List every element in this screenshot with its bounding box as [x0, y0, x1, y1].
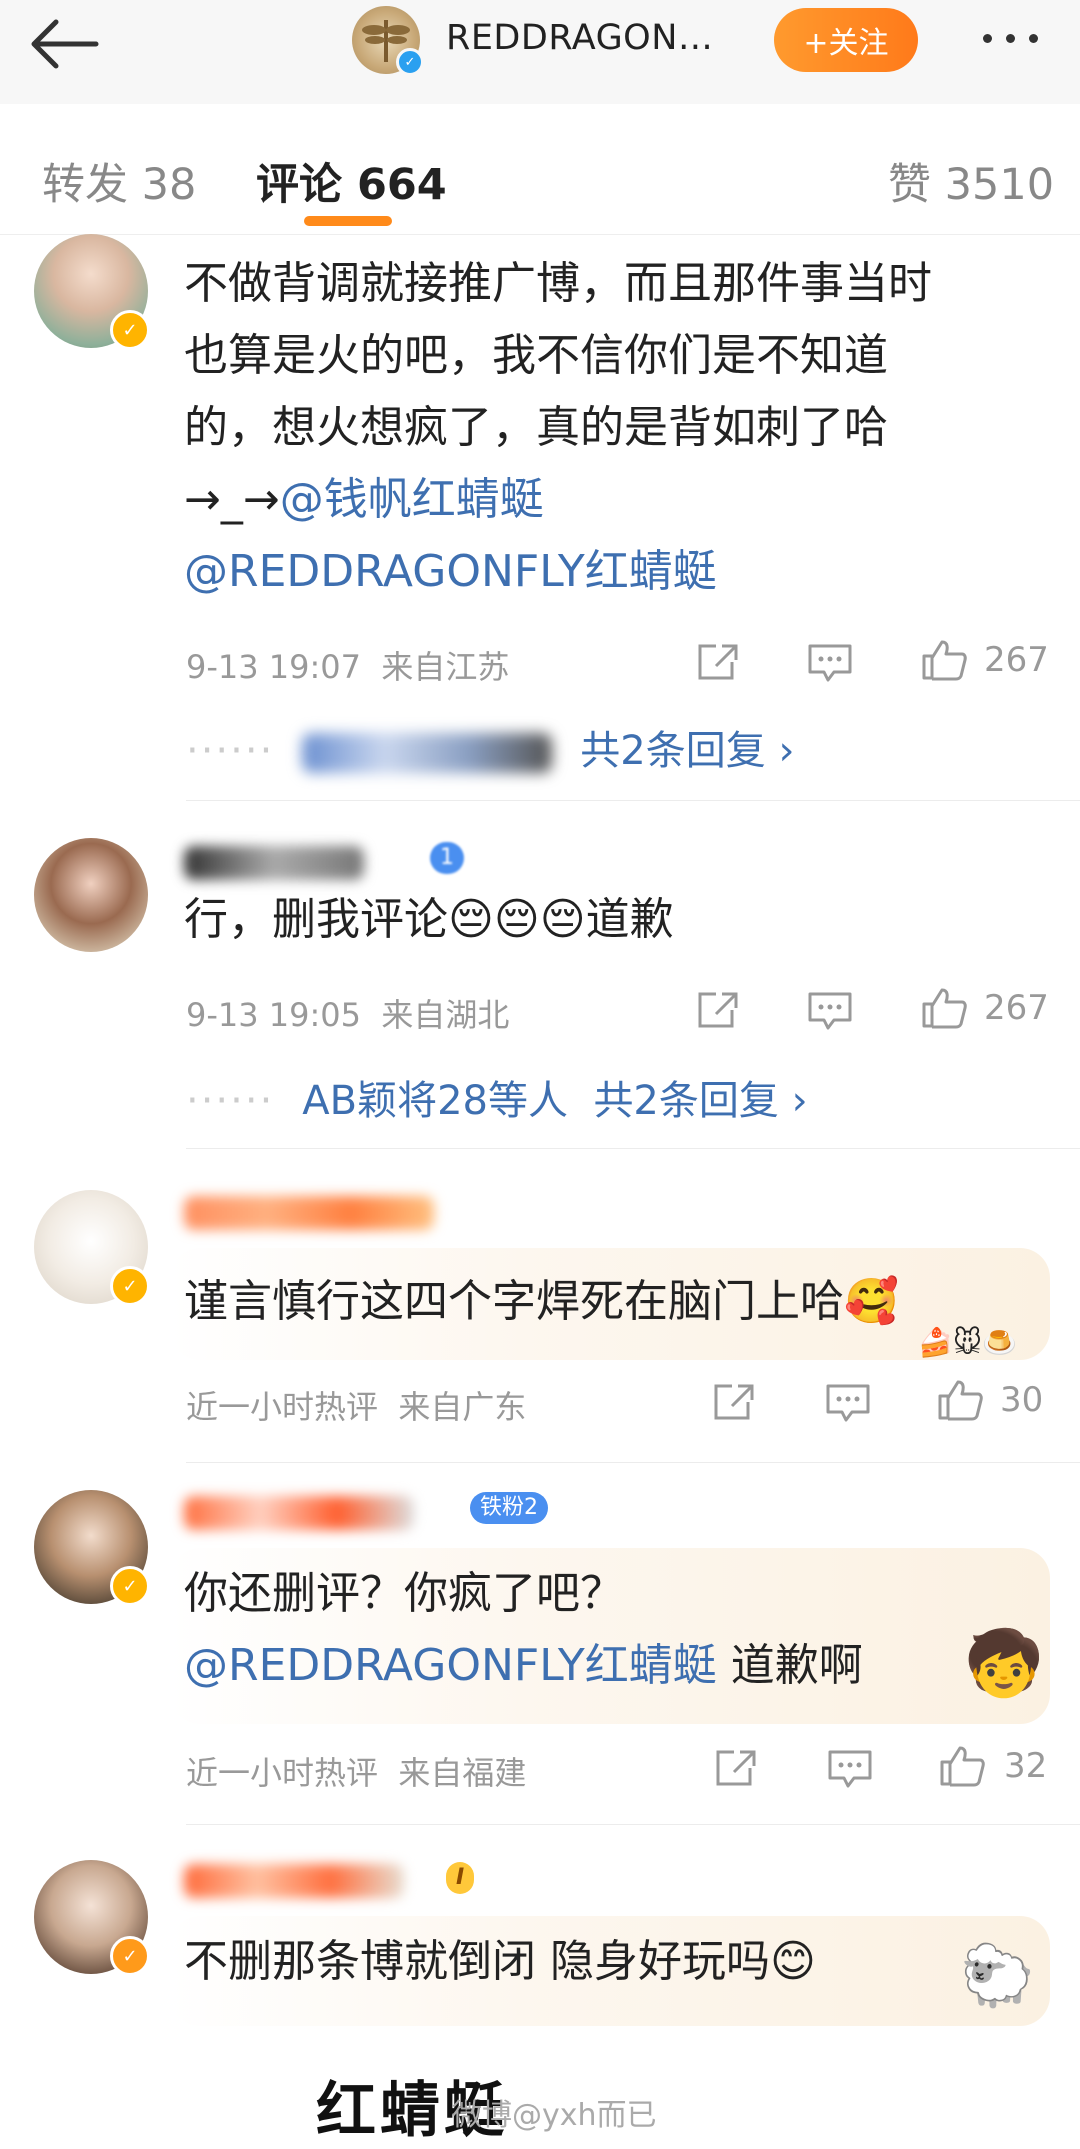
avatar[interactable]: ✓ [34, 1860, 150, 1976]
comment-time: 近一小时热评 [186, 1388, 379, 1426]
comment-time: 近一小时热评 [186, 1754, 379, 1792]
like-icon[interactable] [936, 1378, 984, 1422]
comment-text: 不做背调就接推广博，而且那件事当时也算是火的吧，我不信你们是不知道的，想火想疯了… [184, 258, 932, 597]
reply-summary[interactable]: ······ AB颖将28等人 共2条回复 › [186, 1068, 808, 1126]
fan-badge: 铁粉2 [470, 1492, 548, 1524]
avatar[interactable]: ✓ [34, 234, 150, 350]
mention-link[interactable]: @REDDRAGONFLY红蜻蜓 [184, 546, 717, 597]
comment-icon[interactable] [826, 1746, 874, 1790]
comment-icon[interactable] [806, 988, 854, 1032]
username-blurred[interactable] [184, 846, 364, 880]
comment-location: 来自广东 [398, 1388, 527, 1426]
share-icon[interactable] [710, 1380, 758, 1424]
like-count: 32 [1004, 1746, 1048, 1786]
share-icon[interactable] [694, 988, 742, 1032]
mention-link[interactable]: @REDDRAGONFLY红蜻蜓 [184, 1640, 717, 1691]
comment-meta: 9-13 19:07 来自江苏 [186, 642, 509, 688]
comment-location: 来自福建 [398, 1754, 527, 1792]
like-count: 30 [1000, 1380, 1044, 1420]
reply-names[interactable]: AB颖将28等人 [302, 1078, 568, 1124]
watermark: 微博@yxh而已 [452, 2098, 657, 2133]
verified-badge-icon: ✓ [110, 1936, 150, 1976]
tab-bar: 转发 38 评论 664 赞 3510 [0, 104, 1080, 235]
comment-icon[interactable] [806, 640, 854, 684]
more-options-icon[interactable] [976, 24, 1048, 54]
verified-badge-icon: ✓ [110, 310, 150, 350]
share-icon[interactable] [712, 1746, 760, 1790]
comment-time: 9-13 19:07 [186, 648, 362, 686]
comment-location: 来自湖北 [381, 996, 510, 1034]
comment-time: 9-13 19:05 [186, 996, 362, 1034]
comment-text: 行，删我评论😔😔😔道歉 [184, 894, 674, 945]
username-blurred[interactable] [184, 1864, 404, 1898]
divider [186, 1148, 1080, 1149]
comment-text: 你还删评？你疯了吧？ @REDDRAGONFLY红蜻蜓 道歉啊 [184, 1568, 863, 1691]
back-arrow-icon[interactable] [26, 14, 106, 74]
comment-meta: 9-13 19:05 来自湖北 [186, 990, 509, 1036]
verified-badge-icon: ✓ [110, 1566, 150, 1606]
mention-link[interactable]: @钱帆红蜻蜓 [280, 474, 544, 525]
top-nav-bar: ✓ REDDRAGON… +关注 [0, 0, 1080, 104]
divider [186, 800, 1080, 801]
blurred-reply-names [302, 733, 553, 773]
share-icon[interactable] [694, 640, 742, 684]
level-badge: I [446, 1862, 475, 1894]
avatar[interactable]: ✓ [34, 1490, 150, 1606]
fan-level-badge: 1 [430, 842, 464, 874]
account-avatar[interactable]: ✓ [352, 6, 424, 76]
verified-badge-icon: ✓ [110, 1266, 150, 1306]
sticker-decoration-icon: 🧒 [964, 1627, 1044, 1701]
comment-meta: 近一小时热评 来自广东 [186, 1382, 526, 1428]
avatar[interactable] [34, 838, 148, 952]
divider [186, 1824, 1080, 1825]
comment-text: 谨言慎行这四个字焊死在脑门上哈🥰 [184, 1276, 899, 1327]
like-icon[interactable] [920, 986, 968, 1030]
sticker-decoration-icon: 🐑 [960, 1941, 1035, 2011]
divider [186, 1462, 1080, 1463]
tab-likes[interactable]: 赞 3510 [888, 150, 1054, 212]
tab-comments[interactable]: 评论 664 [256, 150, 447, 212]
sticker-decoration-icon: 🍰🐭🍮 [918, 1326, 1017, 1359]
follow-button[interactable]: +关注 [774, 8, 918, 72]
like-icon[interactable] [920, 638, 968, 682]
active-tab-indicator [304, 216, 392, 226]
comment-icon[interactable] [824, 1380, 872, 1424]
comment-text: 不删那条博就倒闭 隐身好玩吗😊 [184, 1936, 816, 1987]
tab-reposts[interactable]: 转发 38 [42, 150, 196, 212]
comment-meta: 近一小时热评 来自福建 [186, 1748, 526, 1794]
like-count: 267 [984, 640, 1049, 680]
like-icon[interactable] [938, 1744, 986, 1788]
account-name: REDDRAGON… [446, 18, 714, 58]
reply-summary[interactable]: ······ 共2条回复 › [186, 718, 794, 776]
like-count: 267 [984, 988, 1049, 1028]
comment-location: 来自江苏 [381, 648, 510, 686]
username-blurred[interactable] [184, 1196, 434, 1230]
username-blurred[interactable] [184, 1496, 414, 1530]
avatar[interactable]: ✓ [34, 1190, 150, 1306]
verified-badge-icon: ✓ [396, 48, 424, 76]
